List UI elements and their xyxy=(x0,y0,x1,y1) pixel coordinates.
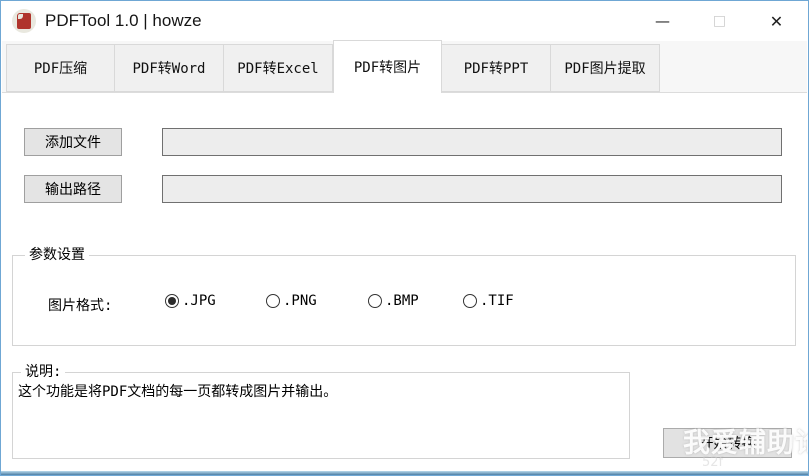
window-bottom-border xyxy=(1,471,808,475)
params-legend: 参数设置 xyxy=(25,246,89,264)
tab-pdf-to-excel[interactable]: PDF转Excel xyxy=(224,44,333,92)
radio-format-tif[interactable]: .TIF xyxy=(463,293,514,309)
description-legend: 说明: xyxy=(21,363,65,381)
radio-circle-icon xyxy=(368,294,382,308)
image-format-label: 图片格式: xyxy=(48,295,112,315)
radio-circle-icon xyxy=(266,294,280,308)
minimize-button[interactable]: — xyxy=(634,1,691,41)
radio-label: .TIF xyxy=(480,293,514,309)
titlebar: PDFTool 1.0 | howze — □ ✕ xyxy=(1,1,808,41)
window-controls: — □ ✕ xyxy=(634,1,808,41)
tab-pdf-to-image[interactable]: PDF转图片 xyxy=(333,40,442,93)
pdf-app-icon xyxy=(12,9,36,33)
radio-circle-icon xyxy=(165,294,179,308)
output-path-input[interactable] xyxy=(162,175,782,203)
start-convert-button[interactable]: 开始转换 xyxy=(663,428,792,458)
description-text: 这个功能是将PDF文档的每一页都转成图片并输出。 xyxy=(18,381,623,401)
tab-pdf-to-word[interactable]: PDF转Word xyxy=(115,44,224,92)
tab-pdf-image-extract[interactable]: PDF图片提取 xyxy=(551,44,660,92)
radio-format-bmp[interactable]: .BMP xyxy=(368,293,419,309)
radio-format-jpg[interactable]: .JPG xyxy=(165,293,216,309)
params-groupbox: 参数设置 图片格式: .JPG .PNG .BMP .TIF xyxy=(12,255,796,346)
window-title: PDFTool 1.0 | howze xyxy=(45,11,202,31)
output-path-button[interactable]: 输出路径 xyxy=(24,175,122,203)
radio-format-png[interactable]: .PNG xyxy=(266,293,317,309)
description-groupbox: 说明: 这个功能是将PDF文档的每一页都转成图片并输出。 xyxy=(12,372,630,459)
tab-pdf-to-ppt[interactable]: PDF转PPT xyxy=(442,44,551,92)
add-file-button[interactable]: 添加文件 xyxy=(24,128,122,156)
tab-pdf-compress[interactable]: PDF压缩 xyxy=(6,44,115,92)
tab-strip: PDF压缩 PDF转Word PDF转Excel PDF转图片 PDF转PPT … xyxy=(2,41,807,93)
file-path-input[interactable] xyxy=(162,128,782,156)
radio-label: .BMP xyxy=(385,293,419,309)
app-window: PDFTool 1.0 | howze — □ ✕ PDF压缩 PDF转Word… xyxy=(0,0,809,476)
radio-label: .JPG xyxy=(182,293,216,309)
tab-content-pdf-to-image: 添加文件 输出路径 参数设置 图片格式: .JPG .PNG .BMP .TIF xyxy=(2,94,807,471)
maximize-button[interactable]: □ xyxy=(691,1,748,41)
radio-circle-icon xyxy=(463,294,477,308)
radio-label: .PNG xyxy=(283,293,317,309)
close-button[interactable]: ✕ xyxy=(748,1,805,41)
